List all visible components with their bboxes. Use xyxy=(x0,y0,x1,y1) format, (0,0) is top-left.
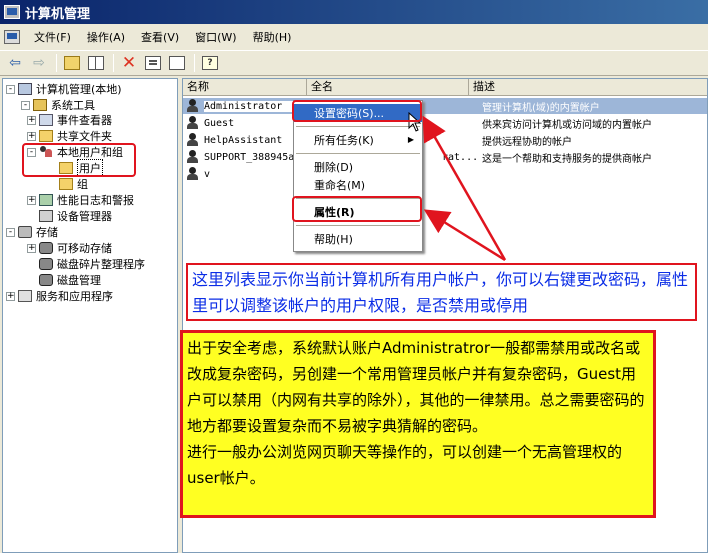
expand-icon[interactable]: + xyxy=(6,291,15,301)
security-advice-paragraph: 出于安全考虑，系统默认账户Administratror一般都需禁用或改名或改成复… xyxy=(187,339,645,435)
removable-storage-icon xyxy=(39,242,53,254)
context-menu: 设置密码(S)... 所有任务(K) ▶ 删除(D) 重命名(M) 属性(R) … xyxy=(293,100,423,252)
collapse-icon[interactable]: - xyxy=(21,100,30,110)
services-icon xyxy=(18,290,32,302)
tree-item-performance-logs[interactable]: + 性能日志和警报 xyxy=(27,192,134,208)
expand-icon[interactable]: + xyxy=(27,195,36,205)
tree-item-services-apps[interactable]: + 服务和应用程序 xyxy=(6,288,113,304)
show-hide-tree-icon[interactable] xyxy=(85,53,107,73)
column-header-fullname[interactable]: 全名 xyxy=(307,79,469,96)
tree-item-removable-storage[interactable]: + 可移动存储 xyxy=(27,240,112,256)
menu-bar: 文件(F) 操作(A) 查看(V) 窗口(W) 帮助(H) xyxy=(0,26,708,48)
menu-help[interactable]: 帮助(H) xyxy=(245,29,300,45)
window-title: 计算机管理 xyxy=(25,6,91,22)
user-row-v[interactable]: v xyxy=(183,166,707,182)
menu-file[interactable]: 文件(F) xyxy=(26,29,79,45)
computer-management-icon xyxy=(4,5,20,19)
storage-icon xyxy=(18,226,32,238)
expand-icon[interactable]: + xyxy=(27,243,36,253)
submenu-arrow-icon: ▶ xyxy=(407,135,414,144)
tree-item-storage[interactable]: - 存储 xyxy=(6,224,58,240)
folder-icon xyxy=(59,178,73,190)
disabled-user-icon xyxy=(187,133,202,147)
disk-management-icon xyxy=(39,274,53,286)
expand-icon[interactable]: + xyxy=(27,115,36,125)
disabled-user-icon xyxy=(187,116,202,130)
menu-action[interactable]: 操作(A) xyxy=(79,29,133,45)
callout-security-advice: 出于安全考虑，系统默认账户Administratror一般都需禁用或改名或改成复… xyxy=(180,330,656,518)
forward-arrow-icon[interactable]: ⇨ xyxy=(28,53,50,73)
user-row-support[interactable]: SUPPORT_388945a rat... 这是一个帮助和支持服务的提供商帐户 xyxy=(183,149,707,165)
device-manager-icon xyxy=(39,210,53,222)
toolbar: ⇦ ⇨ ✕ ? xyxy=(0,50,708,76)
computer-icon xyxy=(18,83,32,95)
performance-icon xyxy=(39,194,53,206)
export-list-icon[interactable] xyxy=(166,53,188,73)
user-row-administrator[interactable]: Administrator 管理计算机(域)的内置帐户 xyxy=(183,98,707,114)
tree-item-disk-defragmenter[interactable]: 磁盘碎片整理程序 xyxy=(39,256,145,272)
menu-separator xyxy=(296,153,420,154)
title-bar[interactable]: 计算机管理 xyxy=(0,0,708,24)
tree-item-disk-management[interactable]: 磁盘管理 xyxy=(39,272,101,288)
back-arrow-icon[interactable]: ⇦ xyxy=(4,53,26,73)
callout-user-list-explanation: 这里列表显示你当前计算机所有用户帐户，你可以右键更改密码，属性里可以调整该帐户的… xyxy=(186,263,697,321)
menu-item-rename[interactable]: 重命名(M) xyxy=(294,176,422,194)
properties-icon[interactable] xyxy=(142,53,164,73)
up-folder-icon[interactable] xyxy=(61,53,83,73)
tree-item-system-tools[interactable]: - 系统工具 xyxy=(21,97,95,113)
menu-item-help[interactable]: 帮助(H) xyxy=(294,230,422,248)
menu-view[interactable]: 查看(V) xyxy=(133,29,187,45)
tree-item-computer-management[interactable]: - 计算机管理(本地) xyxy=(6,81,122,97)
shared-folder-icon xyxy=(39,130,53,142)
menu-window[interactable]: 窗口(W) xyxy=(187,29,244,45)
menu-separator xyxy=(296,126,420,127)
menu-item-delete[interactable]: 删除(D) xyxy=(294,158,422,176)
toolbar-separator xyxy=(56,54,57,72)
tree-item-event-viewer[interactable]: + 事件查看器 xyxy=(27,112,112,128)
expand-icon[interactable]: + xyxy=(27,131,36,141)
delete-icon[interactable]: ✕ xyxy=(118,53,140,73)
event-viewer-icon xyxy=(39,114,53,126)
menu-separator xyxy=(296,225,420,226)
annotation-box-set-password xyxy=(292,100,422,122)
column-header-description[interactable]: 描述 xyxy=(469,79,707,96)
tree-item-device-manager[interactable]: 设备管理器 xyxy=(39,208,112,224)
user-icon xyxy=(187,99,202,113)
all-tasks-label: 所有任务(K) xyxy=(314,134,374,147)
tree-item-shared-folders[interactable]: + 共享文件夹 xyxy=(27,128,112,144)
menu-item-all-tasks[interactable]: 所有任务(K) ▶ xyxy=(294,131,422,149)
mmc-icon[interactable] xyxy=(4,30,20,44)
disabled-user-icon xyxy=(187,167,202,181)
column-header-name[interactable]: 名称 xyxy=(183,79,307,96)
toolbar-separator xyxy=(194,54,195,72)
user-row-helpassistant[interactable]: HelpAssistant 提供远程协助的帐户 xyxy=(183,132,707,148)
user-row-guest[interactable]: Guest 供来宾访问计算机或访问域的内置帐户 xyxy=(183,115,707,131)
office-account-advice-paragraph: 进行一般办公浏览网页聊天等操作的，可以创建一个无高管理权的user帐户。 xyxy=(187,443,623,487)
toolbar-separator xyxy=(113,54,114,72)
tree-item-groups[interactable]: 组 xyxy=(59,176,88,192)
help-icon[interactable]: ? xyxy=(199,53,221,73)
collapse-icon[interactable]: - xyxy=(6,227,15,237)
disabled-user-icon xyxy=(187,150,202,164)
defragmenter-icon xyxy=(39,258,53,270)
toolbox-icon xyxy=(33,99,47,111)
collapse-icon[interactable]: - xyxy=(6,84,15,94)
list-header: 名称 全名 描述 xyxy=(183,79,707,96)
annotation-box-properties xyxy=(292,196,422,222)
annotation-box-users-node xyxy=(22,143,136,177)
